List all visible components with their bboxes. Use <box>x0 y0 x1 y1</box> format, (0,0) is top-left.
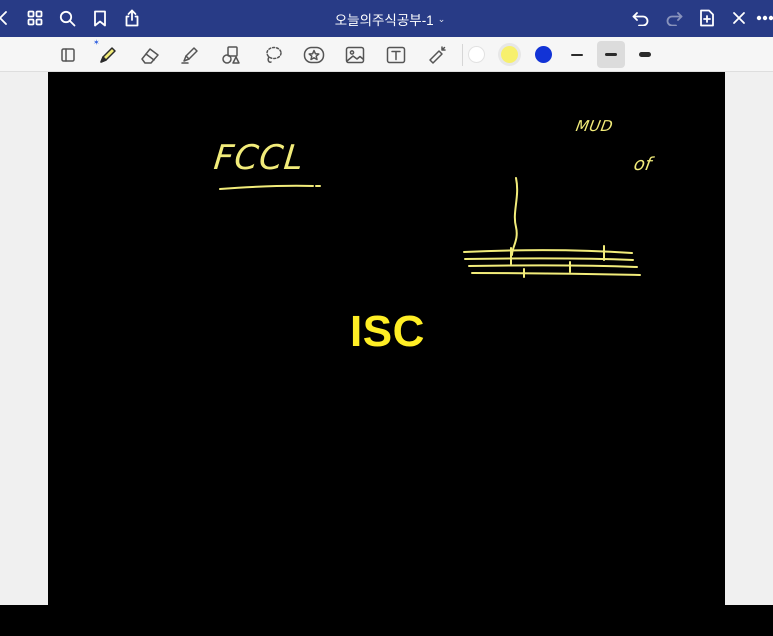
stroke-thick-option[interactable] <box>631 41 659 68</box>
lasso-icon[interactable] <box>260 42 286 68</box>
ink-line-3 <box>468 264 638 268</box>
ink-underline <box>219 184 314 190</box>
page-view-icon[interactable] <box>55 42 81 68</box>
ink-line-4 <box>471 272 641 276</box>
shapes-icon[interactable] <box>218 42 244 68</box>
ink-line-1 <box>463 249 633 254</box>
highlighter-icon[interactable] <box>177 42 203 68</box>
stroke-thin-option[interactable] <box>563 41 591 68</box>
ink-line-2 <box>464 257 634 261</box>
redo-icon[interactable] <box>663 7 685 29</box>
canvas-area: FCCL MUD of ISC <box>0 72 773 605</box>
chevron-down-icon: ⌄ <box>437 14 446 24</box>
eraser-icon[interactable] <box>137 42 163 68</box>
share-icon[interactable] <box>121 7 143 29</box>
sticker-icon[interactable] <box>301 42 327 68</box>
document-title-text: 오늘의주식공부-1 <box>334 12 434 28</box>
laser-pointer-icon[interactable] <box>424 42 450 68</box>
ink-wavy-stroke <box>511 177 519 256</box>
isc-label: ISC <box>350 307 425 356</box>
undo-icon[interactable] <box>630 7 652 29</box>
search-icon[interactable] <box>56 7 78 29</box>
document-title[interactable]: 오늘의주식공부-1 ⌄ <box>300 0 480 37</box>
back-chevron-icon[interactable] <box>0 7 14 29</box>
bookmark-icon[interactable] <box>89 7 111 29</box>
color-white-swatch[interactable] <box>468 46 485 63</box>
note-page[interactable]: FCCL MUD of ISC <box>48 72 725 605</box>
drawing-toolbar: ✶ <box>0 37 773 72</box>
grid-icon[interactable] <box>24 7 46 29</box>
top-navigation-bar: 오늘의주식공부-1 ⌄ <box>0 0 773 37</box>
bottom-black-strip <box>0 605 773 636</box>
color-blue-swatch[interactable] <box>535 46 552 63</box>
image-icon[interactable] <box>342 42 368 68</box>
text-icon[interactable] <box>383 42 409 68</box>
more-icon[interactable] <box>754 7 773 29</box>
add-page-icon[interactable] <box>696 7 718 29</box>
stroke-medium-option[interactable] <box>597 41 625 68</box>
color-yellow-swatch[interactable] <box>501 46 518 63</box>
close-icon[interactable] <box>728 7 750 29</box>
bluetooth-icon: ✶ <box>93 38 100 47</box>
